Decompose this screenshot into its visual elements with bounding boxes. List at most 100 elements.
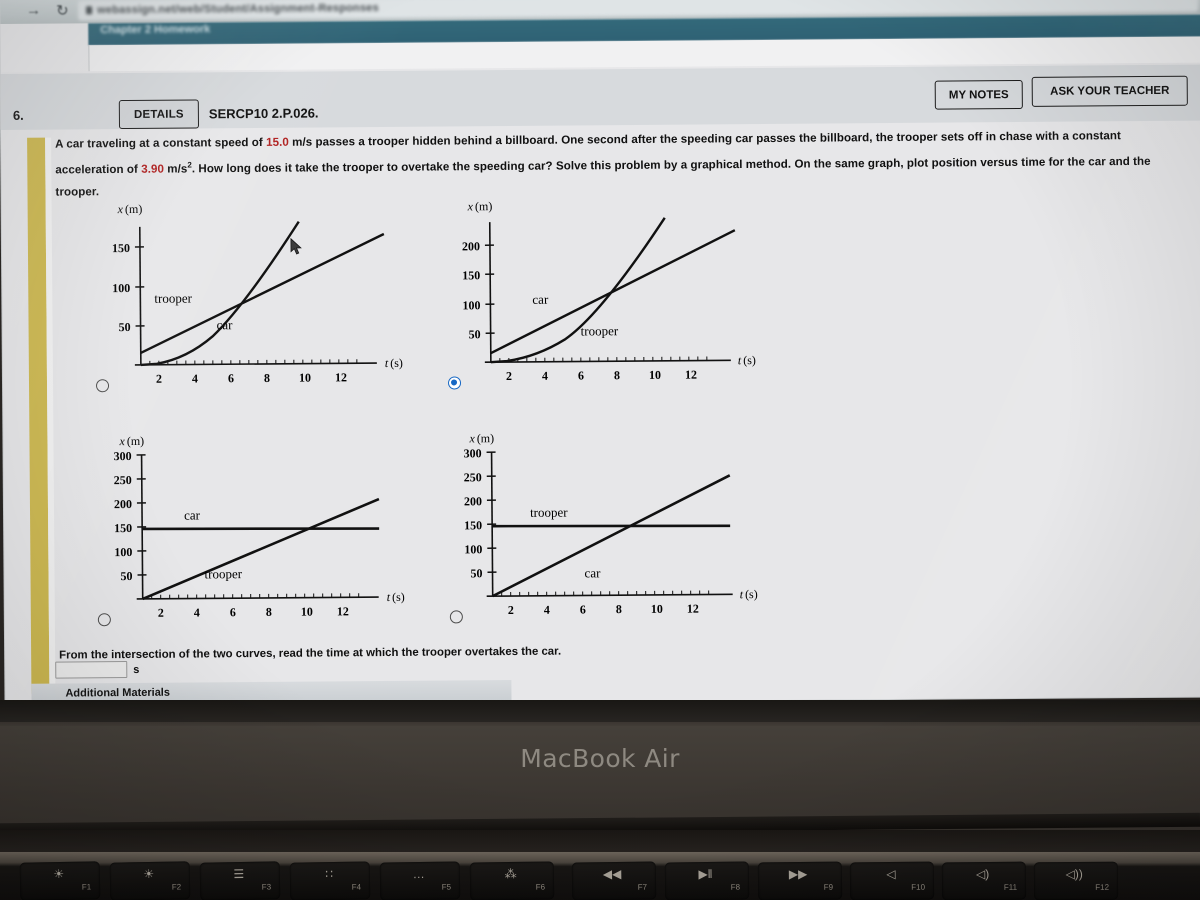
graph-option-d[interactable]: x (m) 50 100 150 200 250 300 2 4 6 8 10 … — [441, 426, 782, 624]
graph-b-ytick-150: 150 — [462, 268, 480, 282]
graph-b-xtick-8: 8 — [614, 368, 620, 382]
graph-b-xlabel: t (s) — [738, 353, 756, 367]
question-acceleration-value: 3.90 — [141, 162, 165, 176]
laptop-photo: → ↻ webassign.net/web/Student/Assignment… — [0, 0, 1200, 900]
function-key-f1[interactable]: ☀ F1 — [19, 861, 101, 900]
answer-input[interactable] — [55, 661, 128, 679]
graph-option-b[interactable]: x (m) 50 100 150 200 2 4 6 8 10 12 t (s)… — [440, 192, 781, 390]
mission-control-icon: ☰ — [233, 866, 245, 882]
laptop-screen: → ↻ webassign.net/web/Student/Assignment… — [0, 0, 1200, 706]
back-arrow-icon[interactable]: → — [26, 2, 41, 19]
graph-b-ylabel: x (m) — [467, 199, 493, 213]
graph-a-ytick-100: 100 — [112, 281, 130, 295]
graph-c-ytick-50: 50 — [120, 569, 132, 583]
graph-d-label-car: car — [584, 565, 601, 580]
question-text-part1: A car traveling at a constant speed of — [55, 135, 267, 151]
graph-b-xtick-12: 12 — [685, 368, 697, 382]
graph-c-series-car — [142, 527, 380, 531]
graph-a-xtick-10: 10 — [299, 371, 311, 385]
graph-a-ytick-150: 150 — [112, 241, 130, 255]
graph-d-xtick-6: 6 — [580, 602, 586, 616]
graph-b-xtick-10: 10 — [649, 368, 661, 382]
launchpad-icon: ∷ — [325, 866, 334, 882]
graph-option-a[interactable]: x (m) 50 100 150 2 4 6 8 10 12 t (s) tro… — [94, 195, 415, 393]
function-key-f2[interactable]: ☀ F2 — [109, 861, 191, 900]
graph-c-radio[interactable] — [97, 613, 111, 627]
graph-c-ytick-200: 200 — [114, 497, 132, 511]
graph-c-xtick-12: 12 — [337, 604, 349, 618]
function-key-f11[interactable]: ◁) F11 — [941, 861, 1027, 900]
graph-d-xlabel: t (s) — [740, 587, 758, 601]
rewind-icon: ◀◀ — [602, 866, 622, 882]
additional-materials-label[interactable]: Additional Materials — [65, 687, 170, 700]
graph-d-series-trooper — [492, 524, 731, 528]
function-key-f4[interactable]: ∷ F4 — [289, 861, 371, 900]
function-key-f9[interactable]: ▶▶ F9 — [757, 861, 843, 900]
graph-c-ytick-150: 150 — [114, 521, 132, 535]
graph-d-ytick-150: 150 — [464, 518, 482, 532]
function-key-f7[interactable]: ◀◀ F7 — [571, 861, 657, 900]
keyboard-brightness-up-icon: ⁂ — [504, 866, 517, 882]
function-key-f12[interactable]: ◁)) F12 — [1033, 861, 1119, 900]
function-key-label: F5 — [441, 882, 452, 892]
macbook-model-label: MacBook Air — [520, 744, 680, 773]
ask-your-teacher-button[interactable]: ASK YOUR TEACHER — [1031, 75, 1188, 107]
graph-d-ytick-50: 50 — [470, 566, 482, 580]
graph-c-label-trooper: trooper — [204, 566, 242, 581]
graph-c-series-trooper — [142, 497, 380, 601]
function-key-label: F4 — [351, 882, 362, 892]
question-speed-value: 15.0 — [265, 135, 289, 149]
function-key-label: F12 — [1095, 882, 1110, 892]
graph-d-ytick-200: 200 — [464, 494, 482, 508]
graph-c-ytick-300: 300 — [114, 449, 132, 463]
graph-d-ytick-100: 100 — [464, 542, 482, 556]
graph-c-xtick-4: 4 — [194, 605, 200, 619]
keyboard-brightness-down-icon: … — [412, 866, 425, 882]
graph-c-ytick-250: 250 — [114, 473, 132, 487]
graph-c-xtick-2: 2 — [158, 606, 164, 620]
graph-d-xtick-4: 4 — [544, 603, 550, 617]
function-key-f8[interactable]: ▶‖ F8 — [664, 861, 750, 900]
fast-forward-icon: ▶▶ — [788, 866, 808, 882]
function-key-f6[interactable]: ⁂ F6 — [469, 861, 555, 900]
graph-b-xtick-6: 6 — [578, 368, 584, 382]
graph-c-xlabel: t (s) — [387, 590, 405, 604]
question-number: 6. — [12, 107, 24, 123]
question-text: A car traveling at a constant speed of 1… — [55, 125, 1186, 204]
function-key-f10[interactable]: ◁ F10 — [849, 861, 935, 900]
graph-c-xtick-8: 8 — [266, 605, 272, 619]
graph-option-c[interactable]: x (m) 50 100 150 200 250 300 2 4 6 8 10 … — [95, 429, 416, 627]
reload-icon[interactable]: ↻ — [56, 1, 69, 19]
graph-c-xtick-10: 10 — [301, 605, 313, 619]
function-key-label: F2 — [171, 882, 182, 892]
graph-a-ylabel: x (m) — [117, 202, 143, 216]
graph-d-radio[interactable] — [449, 610, 463, 624]
graph-d-series-car — [492, 474, 731, 598]
function-key-f3[interactable]: ☰ F3 — [199, 861, 281, 900]
question-text-part4: . How long does it take the trooper to o… — [55, 154, 1151, 199]
function-key-label: F1 — [81, 882, 92, 892]
graph-d-label-trooper: trooper — [530, 505, 568, 520]
graph-d-xtick-2: 2 — [508, 603, 514, 617]
graph-a-label-trooper: trooper — [154, 290, 192, 305]
graph-d-xtick-8: 8 — [616, 602, 622, 616]
my-notes-button[interactable]: MY NOTES — [934, 79, 1023, 110]
function-key-label: F10 — [911, 882, 926, 892]
graph-b-label-trooper: trooper — [581, 323, 619, 338]
function-key-f5[interactable]: … F5 — [379, 861, 461, 900]
question-text-part3: m/s — [163, 162, 188, 176]
graph-a-radio[interactable] — [95, 379, 110, 393]
graph-c-ylabel: x (m) — [118, 434, 144, 448]
graph-a-xtick-8: 8 — [264, 371, 270, 385]
question-code: SERCP10 2.P.026. — [208, 105, 319, 122]
function-key-label: F7 — [637, 882, 648, 892]
details-button[interactable]: DETAILS — [118, 99, 200, 130]
graph-d-ylabel: x (m) — [468, 431, 494, 445]
function-key-label: F9 — [823, 882, 834, 892]
mute-icon: ◁ — [886, 866, 896, 882]
function-key-label: F8 — [730, 882, 741, 892]
graph-b-ytick-100: 100 — [462, 298, 480, 312]
answer-unit: s — [133, 663, 140, 676]
play-pause-icon: ▶‖ — [698, 866, 713, 882]
graph-b-radio[interactable] — [447, 376, 462, 390]
